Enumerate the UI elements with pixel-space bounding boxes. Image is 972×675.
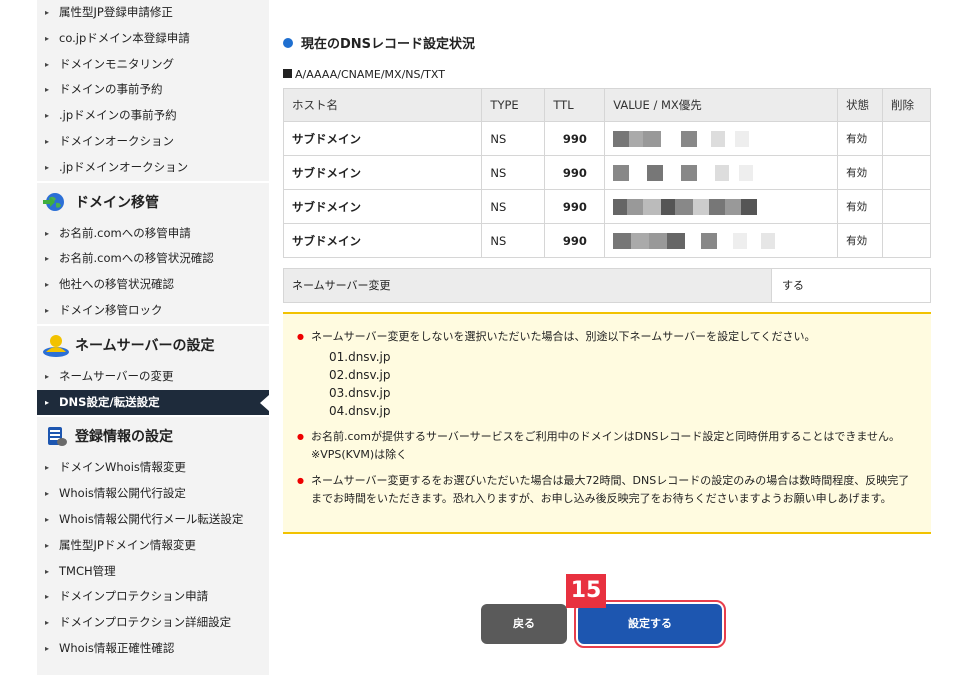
notice-item: ネームサーバー変更をしないを選択いただいた場合は、別途以下ネームサーバーを設定し…	[297, 328, 917, 420]
nav-header-nameserver: ネームサーバーの設定	[37, 323, 269, 364]
cell-type: NS	[481, 121, 546, 156]
sidebar-item-cojp-register[interactable]: co.jpドメイン本登録申請	[37, 26, 269, 52]
notice-item1-text: ネームサーバー変更をしないを選択いただいた場合は、別途以下ネームサーバーを設定し…	[311, 330, 816, 343]
col-header-value: VALUE / MX優先	[604, 88, 839, 122]
sidebar: 属性型JP登録申請修正 co.jpドメイン本登録申請 ドメインモニタリング ドメ…	[37, 0, 269, 675]
table-header-row: ホスト名 TYPE TTL VALUE / MX優先 状態 削除	[282, 88, 931, 122]
nameserver-list-item: 03.dnsv.jp	[329, 386, 391, 400]
nav-group-domain: 属性型JP登録申請修正 co.jpドメイン本登録申請 ドメインモニタリング ドメ…	[37, 0, 269, 181]
sidebar-item-whois-change[interactable]: ドメインWhois情報変更	[37, 455, 269, 481]
nav-group-transfer: お名前.comへの移管申請 お名前.comへの移管状況確認 他社への移管状況確認…	[37, 221, 269, 324]
nameserver-list: 01.dnsv.jp 02.dnsv.jp 03.dnsv.jp 04.dnsv…	[311, 348, 917, 420]
cell-host: サブドメイン	[282, 155, 483, 190]
sidebar-item-dns-settings[interactable]: DNS設定/転送設定	[37, 389, 269, 416]
cell-delete	[882, 223, 931, 258]
col-header-ttl: TTL	[544, 88, 606, 122]
sidebar-item-transfer-status[interactable]: お名前.comへの移管状況確認	[37, 246, 269, 272]
square-bullet-icon	[283, 69, 292, 78]
cell-delete	[882, 189, 931, 224]
transfer-globe-icon	[41, 189, 71, 215]
sidebar-item-jp-attribute-fix[interactable]: 属性型JP登録申請修正	[37, 0, 269, 26]
nav-header-nameserver-label: ネームサーバーの設定	[75, 337, 215, 354]
cell-type: NS	[481, 155, 546, 190]
table-row: サブドメイン NS 990 有効	[282, 121, 931, 156]
sidebar-item-protection-apply[interactable]: ドメインプロテクション申請	[37, 584, 269, 610]
cell-delete	[882, 121, 931, 156]
notice-item: お名前.comが提供するサーバーサービスをご利用中のドメインはDNSレコード設定…	[297, 428, 917, 464]
nav-group-nameserver: ネームサーバーの変更 DNS設定/転送設定	[37, 364, 269, 416]
sidebar-item-whois-proxy[interactable]: Whois情報公開代行設定	[37, 481, 269, 507]
notice-item: ネームサーバー変更するをお選びいただいた場合は最大72時間、DNSレコードの設定…	[297, 472, 917, 508]
col-header-status: 状態	[837, 88, 884, 122]
sidebar-item-tmch[interactable]: TMCH管理	[37, 559, 269, 585]
cell-ttl: 990	[544, 155, 606, 190]
sidebar-item-transfer-apply[interactable]: お名前.comへの移管申請	[37, 221, 269, 247]
back-button[interactable]: 戻る	[481, 604, 567, 644]
cell-ttl: 990	[544, 189, 606, 224]
cell-value-redacted	[604, 189, 839, 224]
sidebar-item-transfer-lock[interactable]: ドメイン移管ロック	[37, 298, 269, 324]
record-types-text: A/AAAA/CNAME/MX/NS/TXT	[295, 68, 445, 81]
nav-header-transfer: ドメイン移管	[37, 180, 269, 221]
sidebar-item-nameserver-change[interactable]: ネームサーバーの変更	[37, 364, 269, 390]
notice-box: ネームサーバー変更をしないを選択いただいた場合は、別途以下ネームサーバーを設定し…	[283, 312, 931, 534]
sidebar-item-domain-preorder[interactable]: ドメインの事前予約	[37, 77, 269, 103]
database-icon	[41, 423, 71, 449]
table-row: サブドメイン NS 990 有効	[282, 189, 931, 224]
submit-button[interactable]: 設定する	[578, 604, 722, 644]
cell-type: NS	[481, 189, 546, 224]
table-row: サブドメイン NS 990 有効	[282, 223, 931, 258]
nameserver-list-item: 01.dnsv.jp	[329, 350, 391, 364]
cell-status: 有効	[837, 121, 884, 156]
nav-header-registration: 登録情報の設定	[37, 415, 269, 456]
col-header-host: ホスト名	[282, 88, 483, 122]
cell-value-redacted	[604, 223, 839, 258]
cell-ttl: 990	[544, 121, 606, 156]
sidebar-item-protection-detail[interactable]: ドメインプロテクション詳細設定	[37, 610, 269, 636]
notice-item2-line1: お名前.comが提供するサーバーサービスをご利用中のドメインはDNSレコード設定…	[311, 430, 901, 443]
cell-status: 有効	[837, 223, 884, 258]
sidebar-item-jp-preorder[interactable]: .jpドメインの事前予約	[37, 103, 269, 129]
notice-item2-line2: ※VPS(KVM)は除く	[311, 448, 408, 461]
cell-status: 有効	[837, 189, 884, 224]
sidebar-item-jp-auction[interactable]: .jpドメインオークション	[37, 155, 269, 181]
cell-value-redacted	[604, 121, 839, 156]
notice-item3-text: ネームサーバー変更するをお選びいただいた場合は最大72時間、DNSレコードの設定…	[311, 474, 910, 505]
sidebar-item-whois-mail-forward[interactable]: Whois情報公開代行メール転送設定	[37, 507, 269, 533]
cell-delete	[882, 155, 931, 190]
cell-host: サブドメイン	[282, 121, 483, 156]
cell-ttl: 990	[544, 223, 606, 258]
col-header-type: TYPE	[481, 88, 546, 122]
sidebar-item-domain-auction[interactable]: ドメインオークション	[37, 129, 269, 155]
dns-record-table: ホスト名 TYPE TTL VALUE / MX優先 状態 削除 サブドメイン …	[282, 88, 931, 258]
col-header-delete: 削除	[882, 88, 931, 122]
cell-host: サブドメイン	[282, 223, 483, 258]
nameserver-change-value: する	[782, 279, 804, 292]
cell-status: 有効	[837, 155, 884, 190]
sidebar-item-jp-info-change[interactable]: 属性型JPドメイン情報変更	[37, 533, 269, 559]
nav-group-registration: ドメインWhois情報変更 Whois情報公開代行設定 Whois情報公開代行メ…	[37, 455, 269, 661]
section-title: 現在のDNSレコード設定状況	[283, 33, 475, 52]
record-types-label: A/AAAA/CNAME/MX/NS/TXT	[283, 68, 445, 81]
cell-value-redacted	[604, 155, 839, 190]
nav-header-transfer-label: ドメイン移管	[75, 194, 159, 211]
step-badge: 15	[566, 574, 606, 608]
sidebar-item-domain-monitoring[interactable]: ドメインモニタリング	[37, 52, 269, 78]
nav-header-registration-label: 登録情報の設定	[75, 429, 173, 446]
cell-type: NS	[481, 223, 546, 258]
nameserver-change-row: ネームサーバー変更 する	[283, 268, 931, 303]
nameserver-change-label: ネームサーバー変更	[284, 269, 772, 302]
nameserver-list-item: 02.dnsv.jp	[329, 368, 391, 382]
bullet-dot-icon	[283, 37, 293, 48]
nameserver-list-item: 04.dnsv.jp	[329, 404, 391, 418]
section-title-text: 現在のDNSレコード設定状況	[301, 37, 476, 52]
sidebar-item-whois-accuracy[interactable]: Whois情報正確性確認	[37, 636, 269, 662]
table-row: サブドメイン NS 990 有効	[282, 155, 931, 190]
sidebar-item-transfer-out-status[interactable]: 他社への移管状況確認	[37, 272, 269, 298]
nameserver-person-icon	[41, 332, 71, 358]
cell-host: サブドメイン	[282, 189, 483, 224]
